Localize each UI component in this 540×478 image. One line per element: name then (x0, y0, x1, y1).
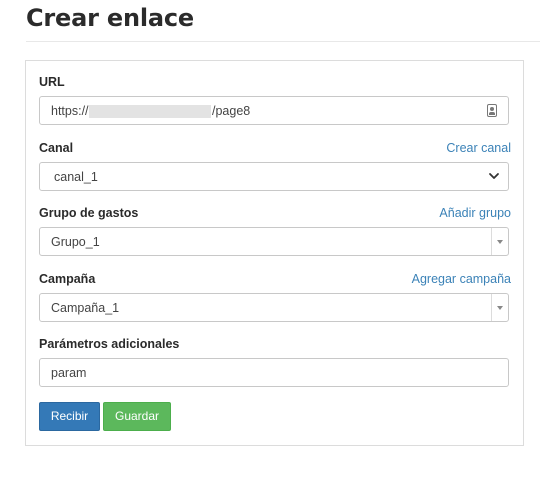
grupo-label: Grupo de gastos (39, 206, 139, 220)
recibir-button[interactable]: Recibir (39, 402, 100, 431)
url-input[interactable]: https:// /page8 (39, 96, 509, 125)
grupo-select[interactable]: Grupo_1 (39, 227, 509, 256)
dropdown-arrow-icon[interactable] (491, 294, 508, 321)
parametros-input[interactable]: param (39, 358, 509, 387)
parametros-label: Parámetros adicionales (39, 337, 180, 351)
canal-label: Canal (39, 141, 74, 155)
contact-card-icon[interactable] (487, 104, 497, 117)
title-divider (26, 41, 540, 42)
url-prefix: https:// (51, 104, 89, 118)
add-group-link[interactable]: Añadir grupo (439, 206, 511, 220)
create-link-form: URL https:// /page8 Canal Crear canal ca… (25, 60, 524, 446)
add-campaign-link[interactable]: Agregar campaña (412, 272, 511, 286)
chevron-down-icon (489, 173, 499, 179)
campana-label: Campaña (39, 272, 96, 286)
campana-selected-value: Campaña_1 (51, 301, 120, 315)
page-title: Crear enlace (26, 4, 195, 32)
guardar-button[interactable]: Guardar (103, 402, 171, 431)
canal-selected-value: canal_1 (54, 170, 98, 184)
grupo-selected-value: Grupo_1 (51, 235, 100, 249)
create-channel-link[interactable]: Crear canal (446, 141, 511, 155)
campana-select[interactable]: Campaña_1 (39, 293, 509, 322)
canal-select[interactable]: canal_1 (39, 162, 509, 191)
url-redacted-domain (89, 105, 211, 118)
parametros-value: param (51, 366, 87, 380)
url-suffix: /page8 (212, 104, 251, 118)
dropdown-arrow-icon[interactable] (491, 228, 508, 255)
url-label: URL (39, 75, 65, 89)
